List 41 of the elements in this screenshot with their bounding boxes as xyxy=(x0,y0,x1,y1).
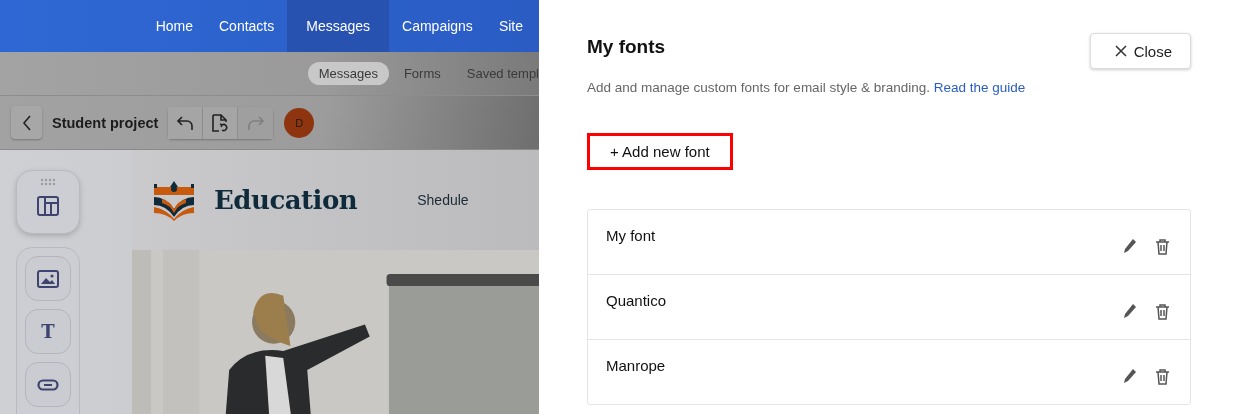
undo-icon xyxy=(176,113,195,132)
chevron-left-icon xyxy=(21,114,32,131)
font-name: Quantico xyxy=(606,292,667,311)
close-icon xyxy=(1114,45,1127,57)
trash-icon[interactable] xyxy=(1155,237,1170,255)
image-tool-button[interactable] xyxy=(25,256,71,301)
guide-link[interactable]: Read the guide xyxy=(933,80,1026,95)
image-icon xyxy=(37,269,59,288)
drag-handle-icon xyxy=(41,178,55,186)
font-name: My font xyxy=(606,227,656,246)
redo-icon xyxy=(246,113,265,132)
sub-nav-tab[interactable]: Messages xyxy=(307,62,389,85)
trash-icon[interactable] xyxy=(1155,302,1170,320)
email-nav-link[interactable]: Shedule xyxy=(417,192,469,208)
brand-name: Education xyxy=(214,185,358,215)
button-tool-button[interactable] xyxy=(25,362,71,407)
nav-tab[interactable]: Messages xyxy=(287,0,390,52)
document-restore-icon xyxy=(211,112,230,133)
nav-tab[interactable]: Campaigns xyxy=(389,0,486,52)
project-title: Student project xyxy=(52,114,159,131)
font-name: Manrope xyxy=(606,357,666,376)
book-logo-icon xyxy=(152,179,196,221)
trash-icon[interactable] xyxy=(1155,367,1170,385)
nav-tab[interactable]: Contacts xyxy=(206,0,288,52)
panel-description: Add and manage custom fonts for email style & branding. Read the guide xyxy=(587,80,1027,95)
panel-title: My fonts xyxy=(587,36,666,58)
sub-nav-tab[interactable]: Forms xyxy=(392,62,452,85)
nav-tab[interactable]: Home xyxy=(142,0,206,52)
pencil-icon[interactable] xyxy=(1123,238,1137,254)
undo-button[interactable] xyxy=(168,106,204,139)
close-button[interactable]: Close xyxy=(1089,33,1191,69)
pencil-icon[interactable] xyxy=(1123,303,1137,319)
add-font-button[interactable]: + Add new font xyxy=(587,133,733,170)
button-shape-icon xyxy=(37,378,59,391)
restore-button[interactable] xyxy=(203,106,239,139)
pencil-icon[interactable] xyxy=(1123,368,1137,384)
text-tool-button[interactable]: T xyxy=(25,309,71,354)
layout-icon xyxy=(37,196,59,216)
back-button[interactable] xyxy=(11,106,42,139)
sub-nav-tab[interactable]: Saved templ xyxy=(455,62,539,85)
nav-tab[interactable]: Site xyxy=(485,0,539,52)
